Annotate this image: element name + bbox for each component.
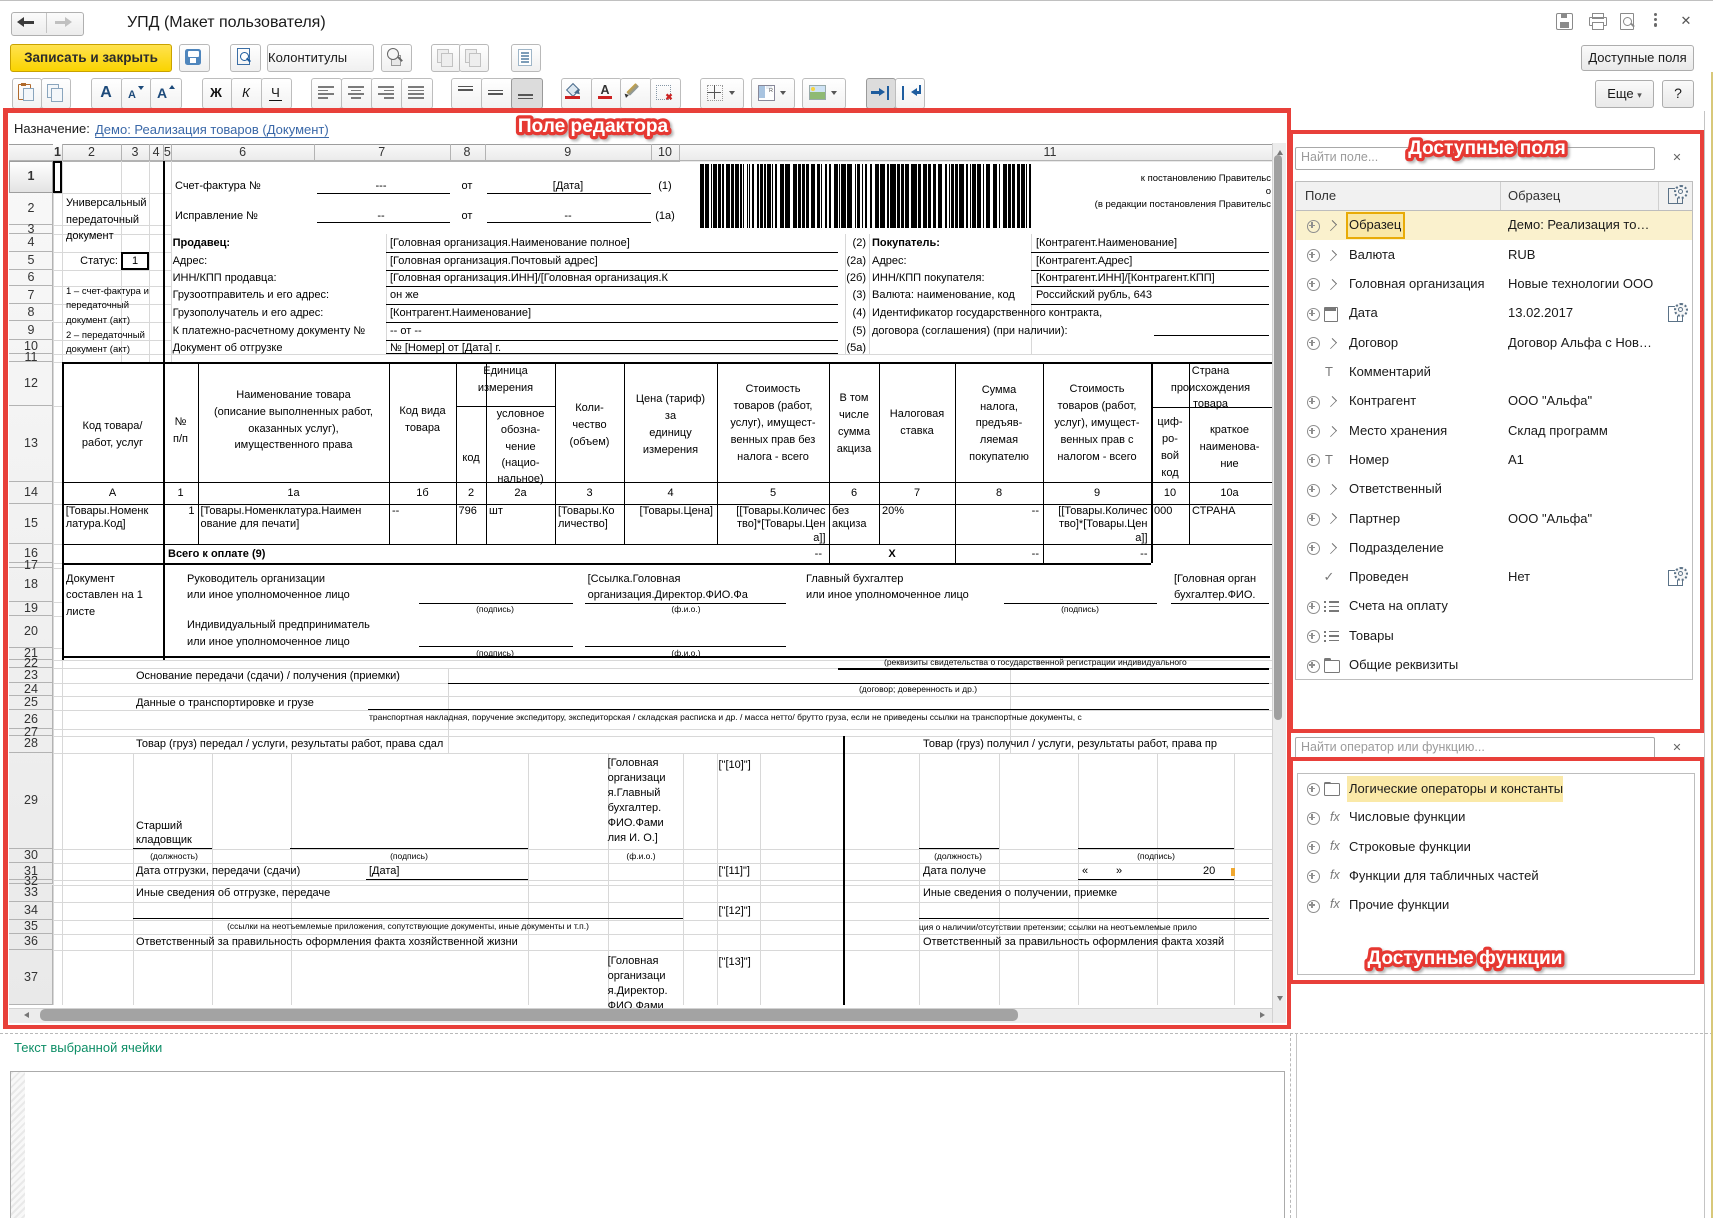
- svg-text:Поле редактора: Поле редактора: [518, 115, 669, 136]
- svg-text:Доступные функции: Доступные функции: [1368, 948, 1563, 969]
- svg-text:Доступные поля: Доступные поля: [1408, 138, 1566, 159]
